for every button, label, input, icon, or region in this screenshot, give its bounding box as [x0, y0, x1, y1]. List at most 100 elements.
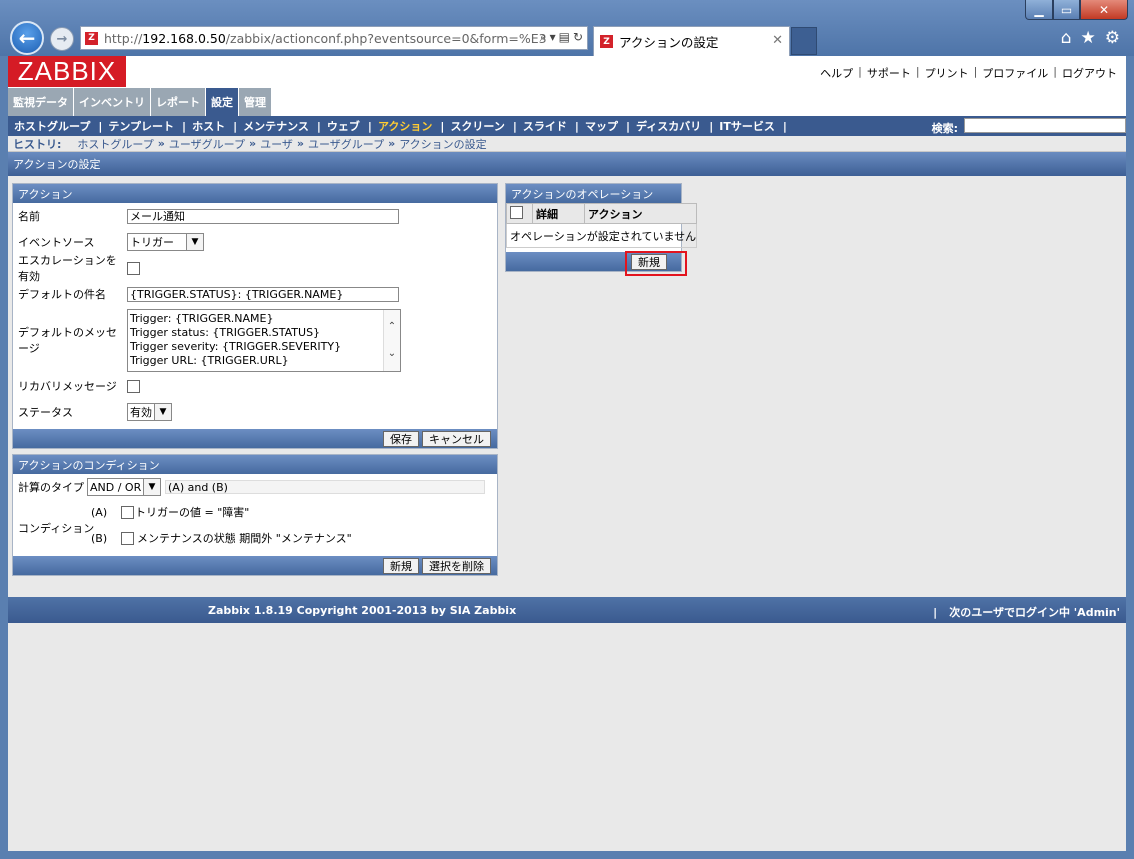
- menu-reports[interactable]: レポート: [151, 88, 205, 116]
- search-label: 検索:: [931, 122, 958, 135]
- escalation-row: エスカレーションを有効: [13, 254, 497, 283]
- textarea-scrollbar[interactable]: ⌃ ⌄: [383, 309, 400, 371]
- submenu-actions[interactable]: アクション: [372, 118, 440, 134]
- event-source-label: イベントソース: [18, 236, 95, 249]
- escalation-checkbox[interactable]: [127, 261, 140, 275]
- default-subject-input[interactable]: {TRIGGER.STATUS}: {TRIGGER.NAME}: [127, 286, 399, 302]
- footer-login-status: | 次のユーザでログイン中 'Admin': [933, 606, 1120, 619]
- action-panel-footer: 保存 キャンセル: [13, 429, 497, 448]
- refresh-icon[interactable]: ↻: [573, 30, 583, 45]
- select-all-cell: [506, 203, 533, 224]
- default-message-label: デフォルトのメッセージ: [18, 326, 117, 355]
- help-link[interactable]: ヘルプ: [815, 65, 858, 81]
- submenu-slides[interactable]: スライド: [517, 118, 575, 134]
- print-link[interactable]: プリント: [920, 65, 974, 81]
- favorites-star-icon[interactable]: ★: [1081, 28, 1096, 48]
- compat-view-icon[interactable]: ▤: [559, 30, 570, 45]
- search-icon[interactable]: ⌕: [540, 30, 547, 45]
- tab-title: アクションの設定: [619, 35, 719, 50]
- history-item-hostgroups[interactable]: ホストグループ: [77, 136, 153, 152]
- breadcrumb: ヒストリ: ホストグループ » ユーザグループ » ユーザ » ユーザグループ …: [8, 136, 1126, 152]
- conditions-panel-footer: 新規 選択を削除: [13, 556, 497, 575]
- submenu-maintenance[interactable]: メンテナンス: [237, 118, 317, 134]
- action-panel-title: アクション: [18, 187, 73, 201]
- conditions-panel: アクションのコンディション 計算のタイプ AND / OR ▼ (A) and …: [12, 454, 498, 576]
- default-subject-label: デフォルトの件名: [18, 288, 106, 301]
- submenu-templates[interactable]: テンプレート: [102, 118, 182, 134]
- save-button[interactable]: 保存: [383, 430, 419, 447]
- menu-monitoring[interactable]: 監視データ: [8, 88, 73, 116]
- name-input[interactable]: メール通知: [127, 208, 399, 224]
- zabbix-logo[interactable]: ZABBIX: [8, 56, 126, 87]
- condition-checkbox[interactable]: [121, 531, 134, 545]
- forward-arrow-icon[interactable]: →: [50, 27, 74, 51]
- browser-tab[interactable]: Z アクションの設定 ✕: [593, 26, 790, 56]
- menu-configuration[interactable]: 設定: [206, 88, 238, 116]
- name-row: 名前 メール通知: [13, 203, 497, 229]
- add-condition-button[interactable]: 新規: [383, 557, 419, 574]
- maximize-icon[interactable]: ▭: [1053, 0, 1080, 20]
- event-source-value: トリガー: [130, 236, 174, 249]
- history-item-usergroups[interactable]: ユーザグループ: [169, 136, 245, 152]
- page-viewport: ZABBIX ヘルプ | サポート | プリント | プロファイル | ログアウト 監視…: [8, 56, 1126, 851]
- submenu-web[interactable]: ウェブ: [321, 118, 368, 134]
- condition-checkbox[interactable]: [121, 505, 134, 519]
- back-arrow-icon[interactable]: ←: [10, 21, 44, 55]
- close-tab-icon[interactable]: ✕: [772, 33, 783, 48]
- zabbix-header: ZABBIX ヘルプ | サポート | プリント | プロファイル | ログアウト: [8, 56, 1126, 88]
- page-footer: Zabbix 1.8.19 Copyright 2001-2013 by SIA…: [8, 597, 1126, 623]
- address-tools: ⌕ ▾ ▤ ↻: [540, 30, 583, 45]
- status-select[interactable]: 有効 ▼: [127, 403, 172, 421]
- submenu-discovery[interactable]: ディスカバリ: [630, 118, 709, 134]
- submenu-hostgroups[interactable]: ホストグループ: [8, 118, 98, 134]
- column-header-detail: 詳細: [532, 203, 585, 224]
- calc-type-select[interactable]: AND / OR ▼: [87, 478, 161, 496]
- logout-link[interactable]: ログアウト: [1057, 65, 1122, 81]
- history-label: ヒストリ:: [13, 137, 62, 151]
- submenu-screens[interactable]: スクリーン: [444, 118, 512, 134]
- escalation-label: エスカレーションを有効: [18, 254, 117, 283]
- submenu-maps[interactable]: マップ: [579, 118, 626, 134]
- history-item-usergroups-2[interactable]: ユーザグループ: [308, 136, 384, 152]
- operations-panel-header: アクションのオペレーション: [506, 184, 681, 203]
- dropdown-arrow-icon[interactable]: ▾: [550, 30, 556, 45]
- settings-gear-icon[interactable]: ⚙: [1105, 28, 1120, 48]
- history-item-users[interactable]: ユーザ: [260, 136, 293, 152]
- new-tab-button[interactable]: [791, 27, 817, 55]
- close-window-icon[interactable]: ✕: [1080, 0, 1128, 20]
- message-line: Trigger severity: {TRIGGER.SEVERITY}: [130, 339, 342, 353]
- recovery-row: リカバリメッセージ: [13, 373, 497, 399]
- cancel-button[interactable]: キャンセル: [422, 430, 491, 447]
- scroll-down-icon[interactable]: ⌄: [388, 347, 396, 361]
- submenu-it-services[interactable]: ITサービス: [713, 118, 783, 134]
- calc-type-row: 計算のタイプ AND / OR ▼ (A) and (B): [13, 474, 497, 500]
- menu-administration[interactable]: 管理: [239, 88, 271, 116]
- condition-text: トリガーの値 = "障害": [135, 506, 250, 519]
- profile-link[interactable]: プロファイル: [977, 65, 1053, 81]
- status-value: 有効: [130, 406, 152, 419]
- chevron-down-icon: ▼: [154, 404, 171, 420]
- table-row: オペレーションが設定されていません: [505, 223, 698, 248]
- submenu-hosts[interactable]: ホスト: [186, 118, 233, 134]
- condition-id: (B): [91, 531, 108, 545]
- address-bar[interactable]: Z http://192.168.0.50/zabbix/actionconf.…: [80, 26, 588, 50]
- message-line: Trigger: {TRIGGER.NAME}: [130, 311, 274, 325]
- select-all-checkbox[interactable]: [510, 205, 523, 219]
- home-icon[interactable]: ⌂: [1061, 28, 1072, 48]
- table-header-row: 詳細 アクション: [506, 203, 698, 224]
- menu-inventory[interactable]: インベントリ: [74, 88, 150, 116]
- empty-operations-text: オペレーションが設定されていません: [505, 223, 698, 248]
- conditions-panel-title: アクションのコンディション: [18, 458, 160, 472]
- default-message-textarea[interactable]: Trigger: {TRIGGER.NAME} Trigger status: …: [127, 308, 401, 372]
- delete-selected-button[interactable]: 選択を削除: [422, 557, 491, 574]
- support-link[interactable]: サポート: [862, 65, 916, 81]
- calc-expression: (A) and (B): [165, 480, 485, 494]
- event-source-select[interactable]: トリガー ▼: [127, 233, 204, 251]
- recovery-checkbox[interactable]: [127, 379, 140, 393]
- history-item-action-config[interactable]: アクションの設定: [399, 136, 486, 152]
- search-input[interactable]: [964, 118, 1126, 133]
- scroll-up-icon[interactable]: ⌃: [388, 320, 396, 334]
- status-label: ステータス: [18, 406, 73, 419]
- minimize-icon[interactable]: ▁: [1025, 0, 1053, 20]
- condition-row: (B) メンテナンスの状態 期間外 "メンテナンス": [91, 530, 352, 546]
